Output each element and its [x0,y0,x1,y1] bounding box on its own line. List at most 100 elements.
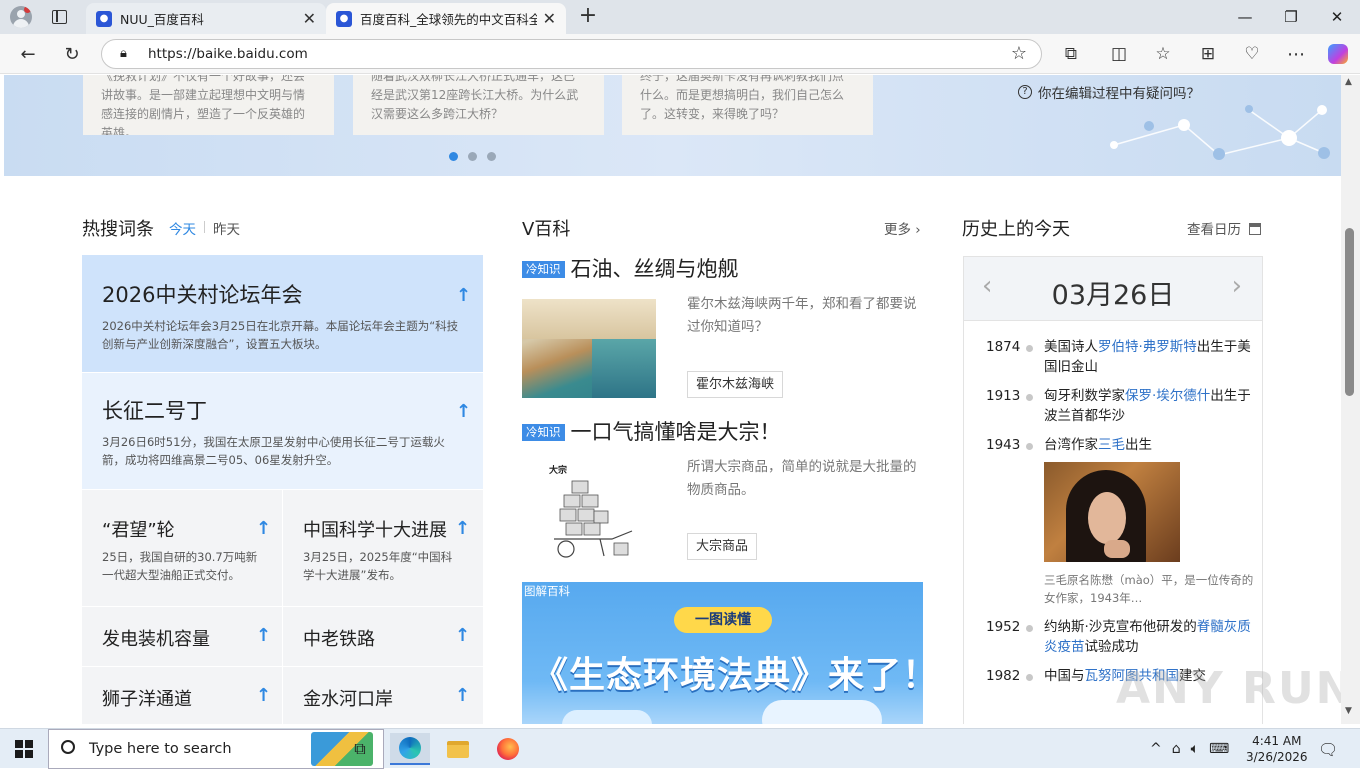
url-text: https://baike.baidu.com [148,46,308,62]
carousel-dot[interactable] [487,152,496,161]
hot-item-title: 发电装机容量 [102,629,210,650]
notifications-icon[interactable]: 🗨︎ [1318,729,1338,769]
event-link[interactable]: 罗伯特·弗罗斯特 [1098,339,1197,355]
article-image-commodity[interactable]: 大宗 [522,461,656,561]
article-keyword[interactable]: 霍尔木兹海峡 [687,371,784,398]
back-button[interactable]: ← [13,39,43,69]
search-placeholder: Type here to search [89,741,232,757]
show-hidden-icons-chevron[interactable]: ^ [1150,741,1162,757]
scroll-up-arrow[interactable]: ▲ [1345,77,1352,87]
profile-avatar-icon[interactable] [10,6,32,28]
article-image-strait[interactable] [522,299,656,398]
vbaike-more-link[interactable]: 更多 › [884,218,921,238]
history-date: 03月26日 [1051,280,1175,311]
carousel-dot-active[interactable] [449,152,458,161]
event-text: 匈牙利数学家保罗·埃尔德什出生于波兰首都华沙 [1044,386,1254,426]
infographic-pill: 一图读懂 [674,607,772,633]
vbaike-article-title[interactable]: 冷知识 一口气搞懂啥是大宗！ [522,416,781,446]
history-panel: ‹ 03月26日 › 1874 美国诗人罗伯特·弗罗斯特出生于美国旧金山 191… [963,256,1263,724]
hot-item[interactable]: 发电装机容量 ↑ [82,607,283,667]
clock[interactable]: 4:41 AM 3/26/2026 [1246,729,1308,769]
firefox-icon[interactable] [488,733,528,765]
restore-button[interactable]: ❐ [1268,0,1314,34]
article-title-text: 石油、丝绸与炮舰 [570,257,739,281]
vbaike-title: V百科 [522,219,571,240]
start-button[interactable] [4,733,44,765]
banner-card[interactable]: 《挽救计划》不仅有一个好故事，还会讲故事。是一部建立起理想中文明与情感连接的剧情… [83,75,334,135]
tab-nuu[interactable]: ● NUU_百度百科 ✕ [86,3,326,34]
browser-tab-strip: ● NUU_百度百科 ✕ ● 百度百科_全球领先的中文百科全书 ✕ + — ❐ … [0,0,1360,34]
question-icon: ? [1018,85,1032,99]
vbaike-article-title[interactable]: 冷知识 石油、丝绸与炮舰 [522,253,739,283]
favorite-star-icon[interactable]: ☆ [1011,43,1027,64]
hot-item[interactable]: 2026中关村论坛年会 2026中关村论坛年会3月25日在北京开幕。本届论坛年会… [82,255,484,373]
favorites-icon[interactable]: ☆ [1148,39,1178,69]
event-post: 试验成功 [1084,639,1139,655]
hero-banner: 《挽救计划》不仅有一个好故事，还会讲故事。是一部建立起理想中文明与情感连接的剧情… [4,75,1341,176]
hot-item[interactable]: 长征二号丁 3月26日6时51分，我国在太原卫星发射中心使用长征二号丁运载火箭，… [82,373,484,490]
hot-item[interactable]: 中老铁路 ↑ [283,607,484,667]
carousel-dot[interactable] [468,152,477,161]
tab-baike-home[interactable]: ● 百度百科_全球领先的中文百科全书 ✕ [326,3,566,34]
hot-item-title: 长征二号丁 [102,399,207,423]
page-scrollbar[interactable]: ▲ ▼ [1341,75,1360,724]
volume-icon[interactable]: 🔈︎ [1191,741,1199,757]
infographic-tag: 图解百科 [524,584,570,598]
chevron-right-icon: › [911,222,921,238]
lock-icon[interactable]: 🔒︎ [120,46,127,61]
refresh-button[interactable]: ↻ [57,39,87,69]
hot-item[interactable]: 狮子洋通道 ↑ [82,667,283,724]
taskbar-search-box[interactable]: Type here to search [48,729,384,769]
close-tab-icon[interactable]: ✕ [303,9,316,28]
trend-up-icon: ↑ [256,625,272,646]
scroll-thumb[interactable] [1345,228,1354,396]
banner-card-text: 终于，这届奥斯卡没有再讽刺教我们点什么。而是更想搞明白，我们自己怎么了。这转变，… [640,75,845,121]
event-pre: 匈牙利数学家 [1044,388,1125,404]
system-tray-icons[interactable]: ^ ⌂ 🔈︎ ⌨︎ [1150,729,1229,769]
hot-item[interactable]: 金水河口岸 ↑ [283,667,484,724]
event-photo[interactable] [1044,462,1180,562]
event-post: 出生 [1125,437,1152,453]
network-icon[interactable]: ⌂ [1172,741,1181,757]
trend-up-icon: ↑ [455,625,471,646]
edge-taskbar-icon[interactable] [390,733,430,765]
event-link[interactable]: 保罗·埃尔德什 [1125,388,1210,404]
collections-icon[interactable]: ⊞ [1193,39,1223,69]
hot-tab-yesterday[interactable]: 昨天 [213,218,240,238]
banner-card[interactable]: 随着武汉双柳长江大桥正式通车，这已经是武汉第12座跨长江大桥。为什么武汉需要这么… [353,75,604,135]
trend-up-icon: ↑ [455,685,471,706]
scroll-down-arrow[interactable]: ▼ [1345,706,1352,716]
event-year: 1952 [986,619,1021,635]
minimize-button[interactable]: — [1222,0,1268,34]
split-screen-icon[interactable]: ◫ [1104,39,1134,69]
hot-tab-today[interactable]: 今天 [169,218,196,238]
task-view-icon[interactable]: ⧉ [340,733,380,765]
address-toolbar: ← ↻ 🔒︎ https://baike.baidu.com ☆ ⧉ ◫ ☆ ⊞… [0,34,1360,74]
next-date-button[interactable]: › [1232,271,1242,301]
banner-card[interactable]: 终于，这届奥斯卡没有再讽刺教我们点什么。而是更想搞明白，我们自己怎么了。这转变，… [622,75,873,135]
ime-icon[interactable]: ⌨︎ [1209,741,1229,757]
close-window-button[interactable]: ✕ [1314,0,1360,34]
trend-up-icon: ↑ [456,401,472,422]
article-keyword[interactable]: 大宗商品 [687,533,758,560]
banner-card-text: 《挽救计划》不仅有一个好故事，还会讲故事。是一部建立起理想中文明与情感连接的剧情… [101,75,306,135]
infographic-card[interactable]: 图解百科 一图读懂 《生态环境法典》来了！ [522,582,923,724]
copilot-icon[interactable] [1323,39,1353,69]
tab-actions-icon[interactable] [52,10,67,24]
event-link[interactable]: 三毛 [1098,437,1125,453]
windows-taskbar: Type here to search ⧉ ^ ⌂ 🔈︎ ⌨︎ 4:41 AM … [0,728,1360,769]
address-bar[interactable]: 🔒︎ https://baike.baidu.com ☆ [101,39,1042,69]
hot-item[interactable]: “君望”轮 25日，我国自研的30.7万吨新一代超大型油船正式交付。 ↑ [82,490,283,607]
performance-icon[interactable]: ♡ [1237,39,1267,69]
tab-label: 百度百科_全球领先的中文百科全书 [360,12,537,27]
calendar-link[interactable]: 查看日历 [1187,218,1262,238]
close-tab-icon[interactable]: ✕ [543,9,556,28]
hot-item[interactable]: 中国科学十大进展 3月25日，2025年度“中国科学十大进展”发布。 ↑ [283,490,484,607]
file-explorer-icon[interactable] [438,733,478,765]
new-tab-button[interactable]: + [576,5,600,29]
extensions-icon[interactable]: ⧉ [1056,39,1086,69]
hot-item-desc: 2026中关村论坛年会3月25日在北京开幕。本届论坛年会主题为“科技创新与产业创… [102,319,459,351]
more-menu-icon[interactable]: ⋯ [1281,39,1311,69]
baidu-paw-icon: ● [96,10,112,27]
hot-item-desc: 25日，我国自研的30.7万吨新一代超大型油船正式交付。 [102,550,258,582]
